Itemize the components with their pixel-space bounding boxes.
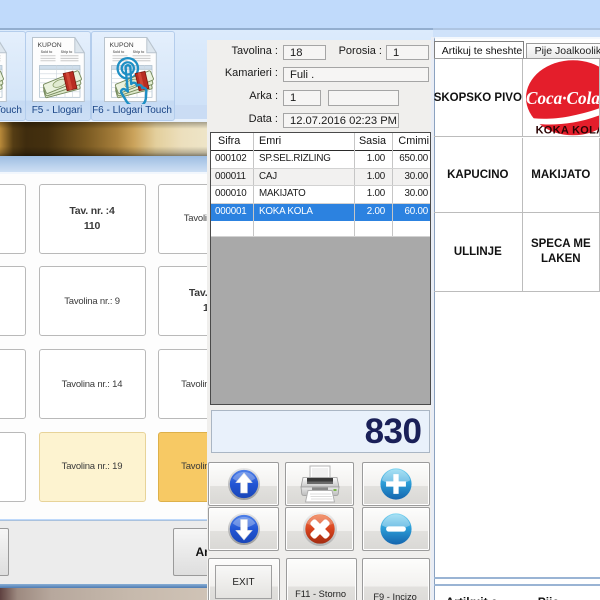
- svg-text:KOKA KOLA: KOKA KOLA: [535, 124, 600, 136]
- svg-text:Coca·Cola: Coca·Cola: [526, 88, 600, 108]
